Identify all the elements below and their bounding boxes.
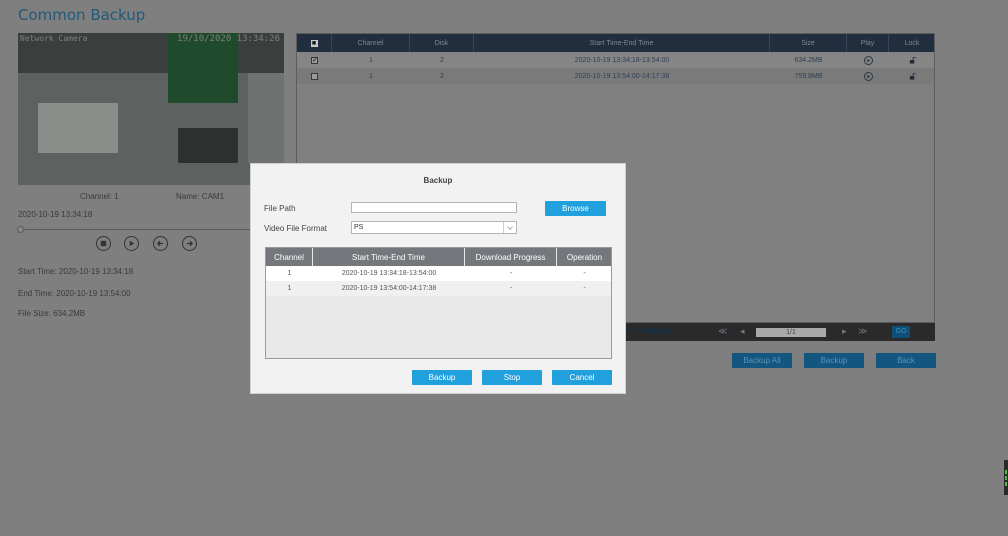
row-progress: - xyxy=(509,270,513,277)
scroll-handle[interactable] xyxy=(1004,460,1008,495)
play-icon[interactable] xyxy=(863,55,873,65)
backup-dialog: Backup File Path Browse Video File Forma… xyxy=(250,163,626,394)
channel-label: Channel: 1 xyxy=(80,192,119,201)
camera-name-label: Name: CAM1 xyxy=(176,192,225,201)
current-time-label: 2020-10-19 13:34:18 xyxy=(18,210,93,219)
unlock-icon[interactable] xyxy=(909,56,916,64)
col-disk[interactable]: Disk xyxy=(410,34,474,52)
col-time[interactable]: Start Time-End Time xyxy=(474,34,770,52)
page-input[interactable]: 1/1 xyxy=(756,328,826,337)
col-operation: Operation xyxy=(566,252,603,262)
seek-handle[interactable] xyxy=(17,226,24,233)
row-channel: 1 xyxy=(369,56,373,64)
unlock-icon[interactable] xyxy=(909,72,916,80)
arrow-right-icon xyxy=(186,240,194,247)
row-checkbox[interactable] xyxy=(311,72,318,80)
pagination-bar: Total:2 Item(s) ≪ ◂ 1/1 ▸ ≫ GO xyxy=(624,323,935,341)
select-all-cell: ■ xyxy=(297,34,332,52)
col-play: Play xyxy=(847,34,889,52)
row-channel: 1 xyxy=(287,285,292,292)
col-time: Start Time-End Time xyxy=(313,248,465,266)
backup-all-button[interactable]: Backup All xyxy=(732,353,792,368)
table-row[interactable]: 1 2020-10-19 13:34:18-13:54:00 - - xyxy=(266,266,611,281)
col-channel: Channel xyxy=(266,248,313,266)
page-title: Common Backup xyxy=(18,6,146,24)
rewind-button[interactable] xyxy=(153,236,168,251)
row-checkbox[interactable]: ✓ xyxy=(311,56,318,64)
osd-timestamp: 19/10/2020 13:34:26 xyxy=(177,34,280,44)
row-operation: - xyxy=(583,285,586,292)
preview-scene xyxy=(38,103,118,153)
chevron-down-icon[interactable] xyxy=(503,222,516,233)
camera-preview[interactable]: Network Camera 19/10/2020 13:34:26 xyxy=(18,33,284,185)
cancel-button[interactable]: Cancel xyxy=(552,370,612,385)
row-channel: 1 xyxy=(287,270,292,277)
dialog-title: Backup xyxy=(423,176,453,185)
dialog-backup-button[interactable]: Backup xyxy=(412,370,472,385)
stop-icon xyxy=(100,240,107,247)
preview-scene xyxy=(178,128,238,163)
col-progress: Download Progress xyxy=(465,248,557,266)
row-disk: 2 xyxy=(440,56,444,64)
col-size[interactable]: Size xyxy=(770,34,847,52)
total-items-label: Total:2 Item(s) xyxy=(627,328,672,335)
table-row[interactable]: ✓ 1 2 2020-10-19 13:34:18-13:54:00 634.2… xyxy=(297,52,934,68)
row-time: 2020-10-19 13:34:18-13:54:00 xyxy=(574,56,670,64)
record-table-header: ■ Channel Disk Start Time-End Time Size … xyxy=(297,34,934,52)
back-button[interactable]: Back xyxy=(876,353,936,368)
go-button[interactable]: GO xyxy=(892,326,910,338)
osd-camera-name: Network Camera xyxy=(20,34,88,43)
arrow-left-icon xyxy=(156,240,164,247)
table-row[interactable]: 1 2020-10-19 13:54:00-14:17:38 - - xyxy=(266,281,611,296)
row-channel: 1 xyxy=(369,72,373,80)
file-size-info: File Size: 634.2MB xyxy=(18,309,86,318)
video-format-label: Video File Format xyxy=(264,224,327,233)
last-page-icon[interactable]: ≫ xyxy=(858,326,867,337)
stop-button[interactable] xyxy=(96,236,111,251)
forward-button[interactable] xyxy=(182,236,197,251)
browse-button[interactable]: Browse xyxy=(545,201,606,216)
end-time-info: End Time: 2020-10-19 13:54:00 xyxy=(18,289,131,298)
col-lock: Lock xyxy=(904,39,920,47)
play-icon[interactable] xyxy=(863,71,873,81)
row-operation: - xyxy=(583,270,586,277)
file-path-input[interactable] xyxy=(351,202,517,213)
col-channel[interactable]: Channel xyxy=(332,34,410,52)
video-format-value: PS xyxy=(354,224,364,231)
row-time: 2020-10-19 13:54:00-14:17:38 xyxy=(574,72,670,80)
table-row[interactable]: 1 2 2020-10-19 13:54:00-14:17:38 759.8MB xyxy=(297,68,934,84)
playback-seek-bar[interactable] xyxy=(18,229,278,230)
row-size: 634.2MB xyxy=(794,56,823,64)
prev-page-icon[interactable]: ◂ xyxy=(740,326,745,337)
row-progress: - xyxy=(509,285,513,292)
video-format-select[interactable]: PS xyxy=(351,221,517,234)
play-button[interactable] xyxy=(124,236,139,251)
backup-button[interactable]: Backup xyxy=(804,353,864,368)
backup-progress-table: Channel Start Time-End Time Download Pro… xyxy=(265,247,612,359)
preview-scene xyxy=(248,73,284,163)
row-size: 759.8MB xyxy=(794,72,823,80)
next-page-icon[interactable]: ▸ xyxy=(842,326,847,337)
start-time-info: Start Time: 2020-10-19 13:34:18 xyxy=(18,267,134,276)
progress-table-header: Channel Start Time-End Time Download Pro… xyxy=(266,248,611,266)
stop-backup-button[interactable]: Stop xyxy=(482,370,542,385)
row-time: 2020-10-19 13:34:18-13:54:00 xyxy=(341,270,437,277)
select-all-checkbox[interactable]: ■ xyxy=(310,39,318,47)
row-time: 2020-10-19 13:54:00-14:17:38 xyxy=(341,285,437,292)
row-disk: 2 xyxy=(440,72,444,80)
first-page-icon[interactable]: ≪ xyxy=(718,326,727,337)
play-icon xyxy=(129,240,135,247)
file-path-label: File Path xyxy=(264,204,296,213)
